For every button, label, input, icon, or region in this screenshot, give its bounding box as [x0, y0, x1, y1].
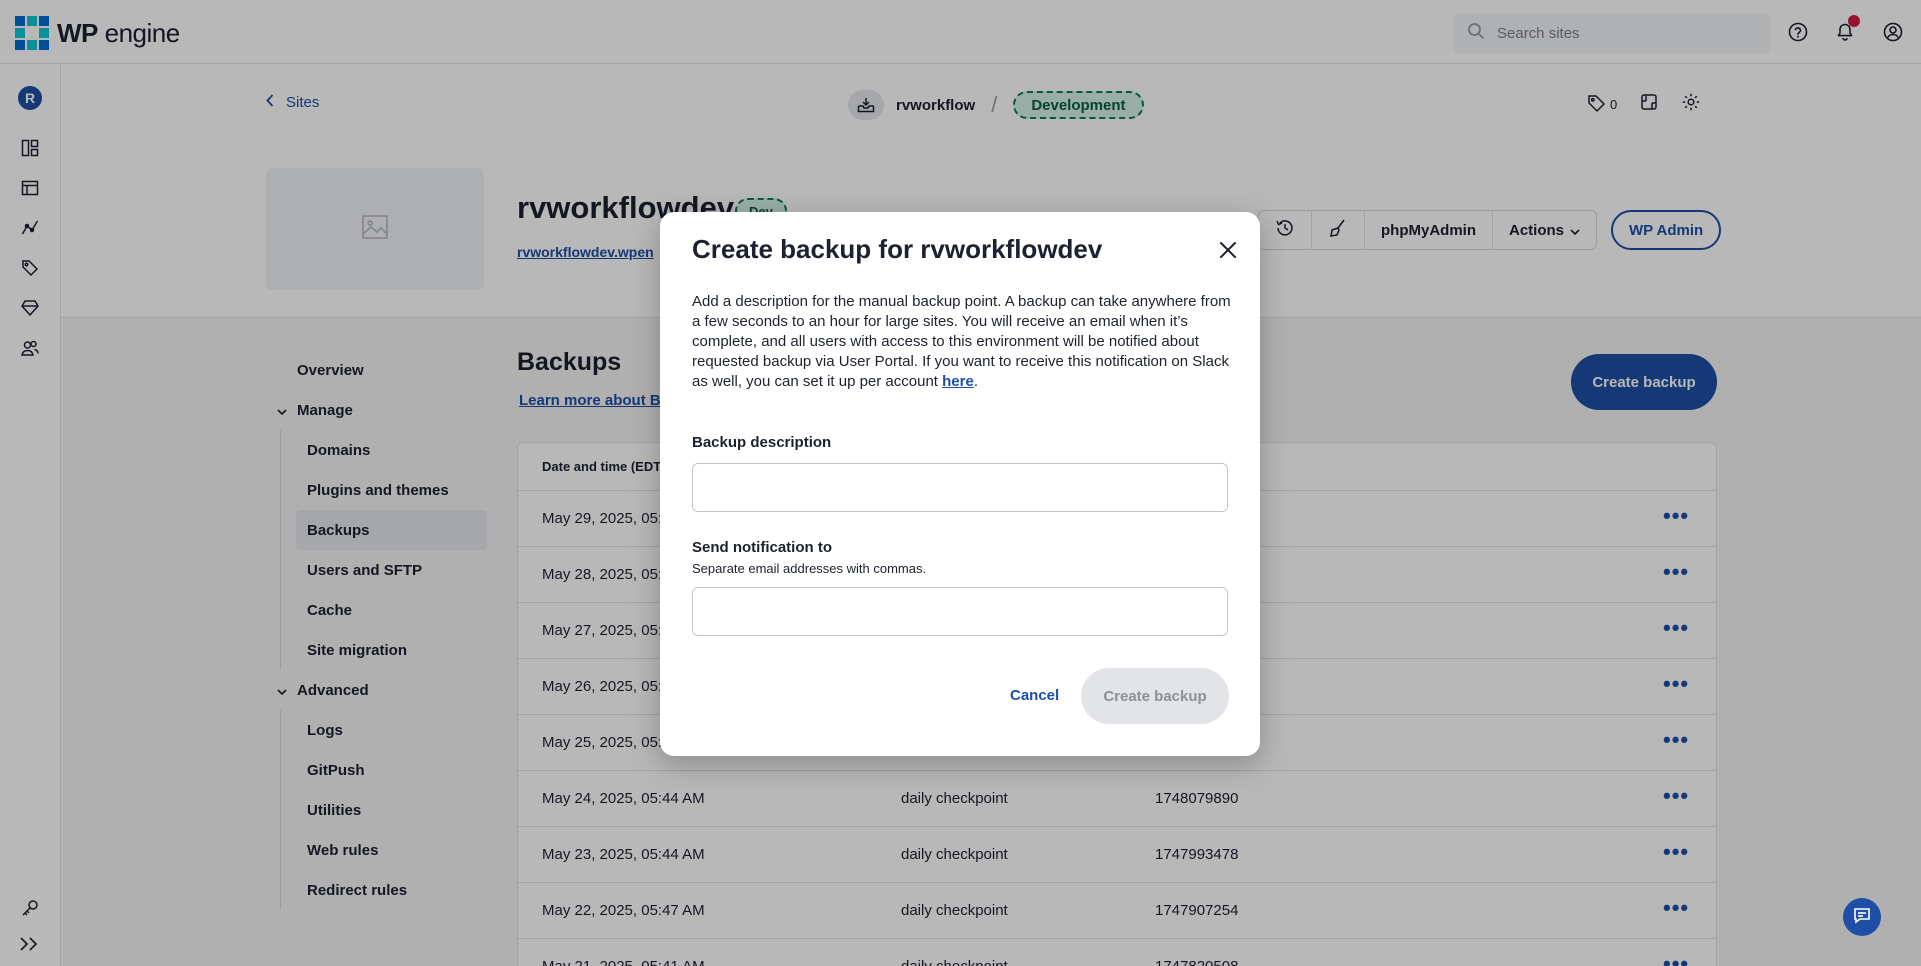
backup-description-label: Backup description: [692, 434, 832, 451]
dialog-description: Add a description for the manual backup …: [692, 292, 1232, 392]
create-backup-submit-button[interactable]: Create backup: [1081, 668, 1229, 724]
chat-icon: [1852, 905, 1872, 930]
close-icon[interactable]: [1214, 236, 1242, 264]
slack-settings-link[interactable]: here: [942, 373, 974, 390]
notification-email-input[interactable]: [692, 587, 1228, 636]
chat-support-button[interactable]: [1843, 898, 1881, 936]
cancel-button[interactable]: Cancel: [1010, 687, 1059, 704]
dialog-title: Create backup for rvworkflowdev: [692, 234, 1103, 264]
dialog-description-end: .: [973, 373, 978, 390]
send-notification-label: Send notification to: [692, 539, 832, 556]
create-backup-dialog: Create backup for rvworkflowdev Add a de…: [660, 212, 1260, 756]
backup-description-input[interactable]: [692, 463, 1228, 512]
notification-help-text: Separate email addresses with commas.: [692, 561, 927, 576]
